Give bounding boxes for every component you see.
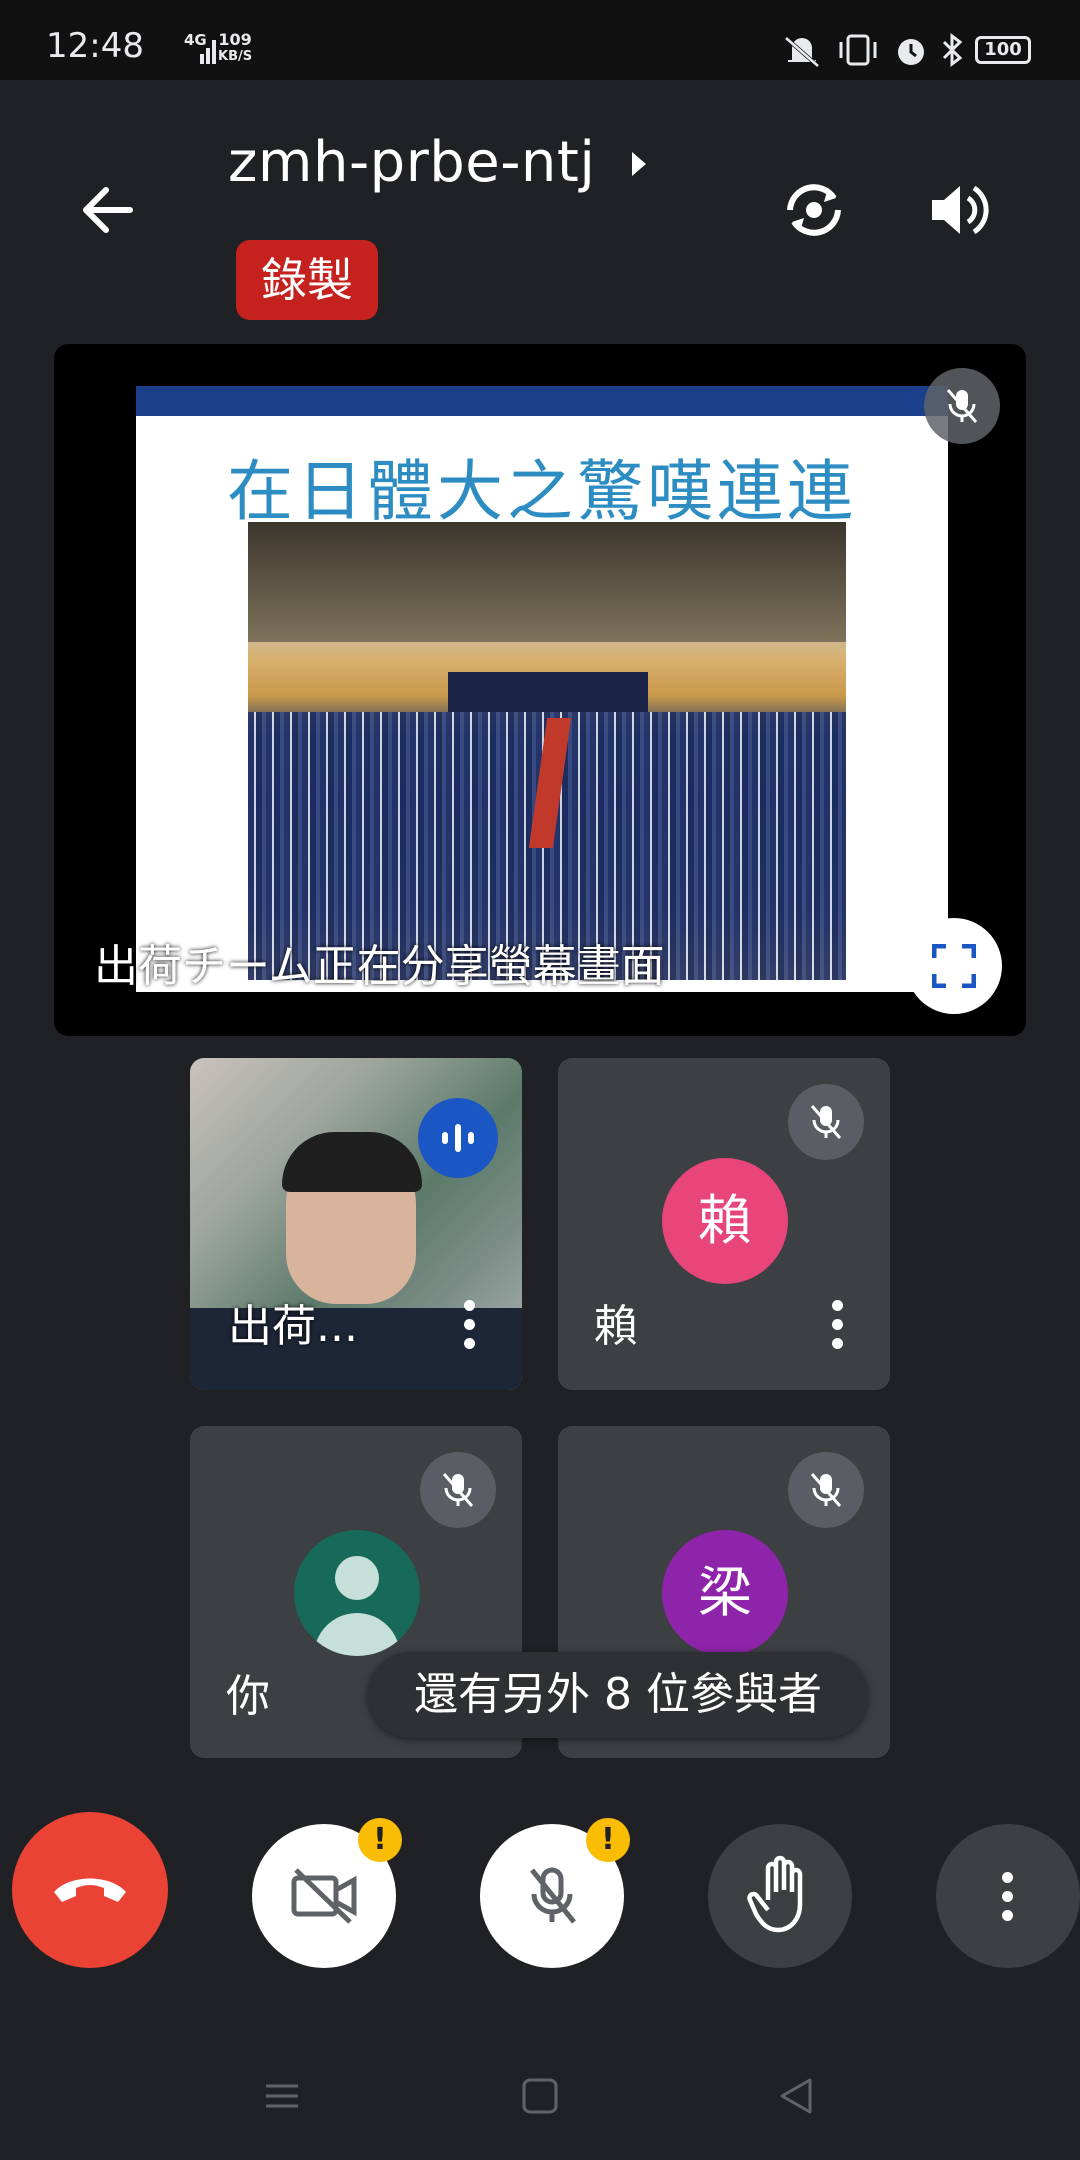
fullscreen-button[interactable] <box>906 918 1002 1014</box>
audio-wave-icon <box>442 1124 474 1152</box>
battery-indicator: 100 <box>975 36 1031 64</box>
bluetooth-icon <box>942 33 963 67</box>
presentation-tile[interactable]: 在日體大之驚嘆連連 出荷チーム正在分享螢幕畫面 <box>54 344 1026 1036</box>
mic-off-icon <box>442 1473 474 1507</box>
participant-avatar: 梁 <box>662 1530 788 1656</box>
mic-off-icon <box>810 1105 842 1139</box>
participant-hair <box>282 1132 422 1192</box>
speaking-indicator <box>418 1098 498 1178</box>
back-icon[interactable] <box>776 2076 816 2116</box>
fullscreen-icon <box>932 944 976 988</box>
more-participants-chip[interactable]: 還有另外 8 位參與者 <box>368 1652 868 1738</box>
meeting-code[interactable]: zmh-prbe-ntj <box>228 130 595 195</box>
network-speed: 109 KB/S <box>218 30 253 64</box>
end-call-button[interactable] <box>12 1812 168 1968</box>
recent-apps-icon[interactable] <box>262 2076 302 2116</box>
person-icon <box>314 1556 400 1656</box>
mic-off-icon <box>810 1473 842 1507</box>
speaker-icon[interactable] <box>928 180 992 240</box>
camera-off-icon <box>291 1868 357 1924</box>
participant-menu-button[interactable] <box>818 1294 858 1354</box>
signal-icon <box>200 40 216 64</box>
raise-hand-button[interactable] <box>708 1824 852 1968</box>
alarm-icon <box>898 39 924 65</box>
participant-name: 出荷... <box>228 1301 358 1352</box>
participant-name: 賴 <box>594 1301 638 1352</box>
back-arrow-icon[interactable] <box>80 182 136 238</box>
share-caption: 出荷チーム正在分享螢幕畫面 <box>94 941 665 992</box>
system-nav-bar <box>0 2050 1080 2160</box>
switch-camera-icon[interactable] <box>780 176 848 244</box>
status-bar: 12:48 4G 109 KB/S 100 <box>0 0 1080 80</box>
status-time: 12:48 <box>46 26 144 66</box>
more-vert-icon <box>988 1866 1028 1926</box>
participant-tile[interactable]: 賴 賴 <box>558 1058 890 1390</box>
participant-menu-button[interactable] <box>450 1294 490 1354</box>
recording-badge[interactable]: 錄製 <box>236 240 378 320</box>
participant-muted-badge <box>420 1452 496 1528</box>
photo-ceiling <box>248 522 846 642</box>
chevron-right-icon[interactable] <box>628 148 650 180</box>
hang-up-icon <box>54 1878 126 1902</box>
presenter-muted-badge <box>924 368 1000 444</box>
participant-name: 你 <box>226 1671 270 1722</box>
slide-header-bar <box>136 386 948 416</box>
mic-off-icon <box>530 1867 576 1924</box>
participant-muted-badge <box>788 1452 864 1528</box>
mic-warning-icon: ! <box>586 1818 630 1862</box>
participant-avatar <box>294 1530 420 1656</box>
mute-notifications-icon <box>784 36 820 68</box>
participant-avatar: 賴 <box>662 1158 788 1284</box>
camera-warning-icon: ! <box>358 1818 402 1862</box>
slide-title: 在日體大之驚嘆連連 <box>227 453 857 530</box>
raise-hand-icon <box>747 1855 803 1933</box>
home-icon[interactable] <box>520 2076 560 2116</box>
participant-muted-badge <box>788 1084 864 1160</box>
presentation-slide: 在日體大之驚嘆連連 <box>136 386 948 992</box>
photo-stage <box>448 672 648 712</box>
vibrate-icon <box>839 34 877 66</box>
slide-photo <box>248 522 846 980</box>
more-options-button[interactable] <box>936 1824 1080 1968</box>
participant-tile[interactable]: 出荷... <box>190 1058 522 1390</box>
mic-off-icon <box>946 389 978 423</box>
